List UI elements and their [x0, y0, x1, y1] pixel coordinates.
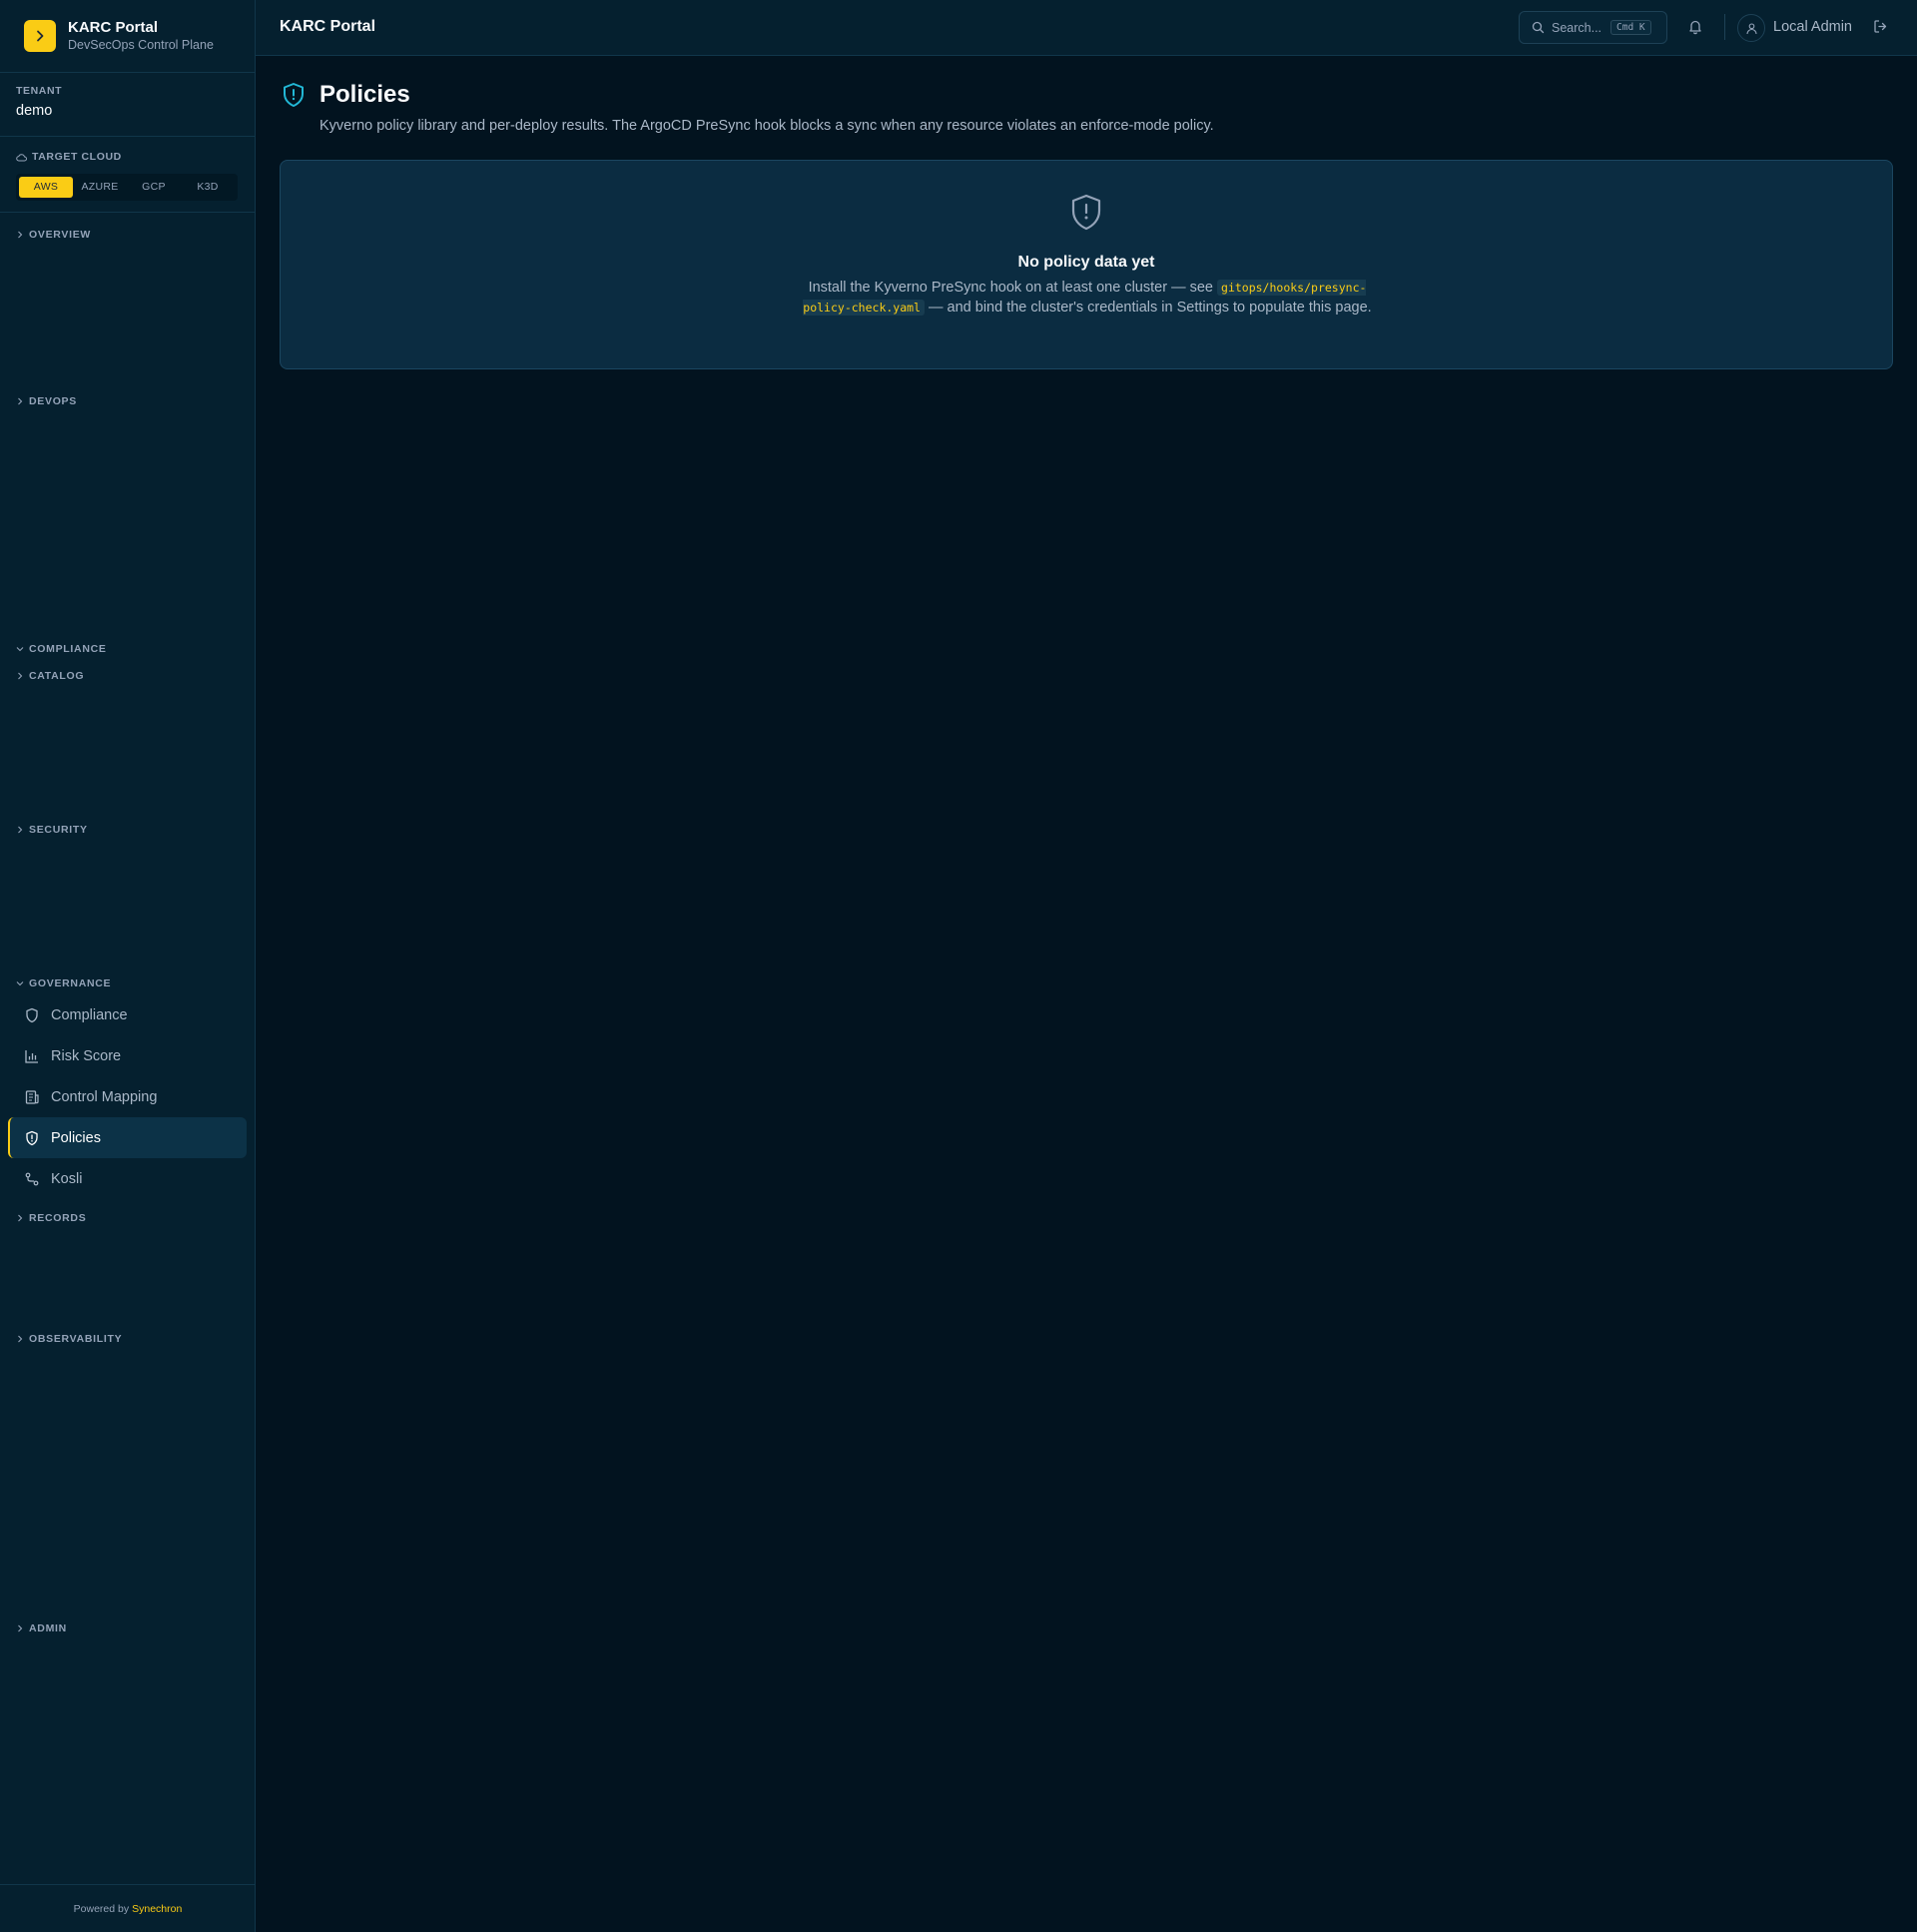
top-bar: KARC Portal Search... Cmd K Local Admin — [256, 0, 1917, 56]
chevron-right-icon — [18, 397, 23, 405]
chevron-down-icon — [16, 981, 24, 986]
shield-icon — [26, 1007, 38, 1022]
sidebar-item-control-mapping[interactable]: Control Mapping — [8, 1076, 247, 1117]
avatar[interactable] — [1737, 14, 1765, 42]
user-name[interactable]: Local Admin — [1773, 19, 1852, 35]
empty-state-title: No policy data yet — [1017, 254, 1155, 271]
scroll-icon — [25, 1089, 39, 1104]
sidebar-item-label: Compliance — [51, 1006, 128, 1023]
nav-section-label: ADMIN — [29, 1622, 67, 1634]
shield-alert-icon — [284, 83, 304, 107]
empty-text-before: Install the Kyverno PreSync hook on at l… — [808, 280, 1213, 296]
sidebar-item-compliance[interactable]: Compliance — [8, 994, 247, 1035]
bar-chart-icon — [25, 1049, 38, 1063]
cloud-option-gcp[interactable]: GCP — [127, 177, 181, 198]
nav-section-admin[interactable]: ADMIN — [16, 1622, 67, 1634]
chevron-right-icon — [18, 1624, 23, 1632]
sidebar-item-kosli[interactable]: Kosli — [8, 1158, 247, 1199]
bell-icon — [1689, 20, 1701, 35]
nav-section-overview[interactable]: OVERVIEW — [16, 229, 91, 241]
nav-section-devops[interactable]: DEVOPS — [16, 395, 77, 407]
header-divider — [1724, 14, 1725, 40]
sidebar-item-label: Policies — [51, 1129, 101, 1146]
sidebar-item-label: Kosli — [51, 1170, 83, 1187]
user-icon — [1745, 22, 1757, 34]
page-description: Kyverno policy library and per-deploy re… — [320, 118, 1214, 134]
target-cloud-label: TARGET CLOUD — [32, 151, 122, 163]
chevron-down-icon — [16, 647, 24, 652]
nav-section-compliance[interactable]: COMPLIANCE — [16, 643, 107, 655]
sidebar-item-policies[interactable]: Policies — [8, 1117, 247, 1158]
search-button[interactable]: Search... Cmd K — [1519, 11, 1667, 44]
nav-section-security[interactable]: SECURITY — [16, 824, 88, 836]
nav-section-records[interactable]: RECORDS — [16, 1212, 86, 1224]
chevron-right-icon — [18, 1214, 23, 1222]
logout-button[interactable] — [1873, 19, 1888, 39]
brand-subtitle: DevSecOps Control Plane — [68, 37, 214, 52]
page-title: Policies — [320, 81, 410, 108]
sidebar-item-label: Control Mapping — [51, 1088, 158, 1105]
tenant-value: demo — [16, 103, 53, 119]
log-out-icon — [1874, 20, 1887, 33]
nav-section-label: DEVOPS — [29, 395, 77, 407]
nav-section-label: CATALOG — [29, 670, 85, 682]
cloud-segmented-control: AWS AZURE GCP K3D — [16, 174, 238, 201]
chevron-right-icon — [37, 30, 44, 42]
tenant-selector[interactable]: TENANT demo — [0, 73, 255, 137]
shield-alert-icon — [1071, 194, 1101, 231]
nav-section-label: OBSERVABILITY — [29, 1333, 123, 1345]
chevron-right-icon — [18, 1335, 23, 1343]
chevron-right-icon — [18, 672, 23, 680]
brand-title: KARC Portal — [68, 18, 159, 36]
footer-link[interactable]: Synechron — [132, 1903, 182, 1915]
shield-alert-icon — [26, 1130, 38, 1145]
route-icon — [25, 1172, 39, 1185]
footer-text: Powered by — [73, 1902, 130, 1915]
cloud-option-azure[interactable]: AZURE — [73, 177, 127, 198]
notifications-button[interactable] — [1687, 18, 1703, 40]
empty-text-after: — and bind the cluster's credentials in … — [929, 300, 1372, 316]
empty-state-card: No policy data yet Install the Kyverno P… — [280, 160, 1893, 369]
nav-section-catalog[interactable]: CATALOG — [16, 670, 84, 682]
nav-section-observability[interactable]: OBSERVABILITY — [16, 1333, 122, 1345]
nav-section-governance[interactable]: GOVERNANCE — [16, 977, 111, 989]
nav-section-label: GOVERNANCE — [29, 977, 112, 989]
empty-state-text: Install the Kyverno PreSync hook on at l… — [798, 278, 1377, 318]
sidebar-footer: Powered by Synechron — [0, 1884, 256, 1932]
search-icon — [1532, 21, 1545, 34]
sidebar-item-label: Risk Score — [51, 1047, 122, 1064]
chevron-right-icon — [18, 231, 23, 239]
nav-section-label: RECORDS — [29, 1212, 87, 1224]
target-cloud: TARGET CLOUD AWS AZURE GCP K3D — [0, 137, 255, 213]
brand: KARC Portal DevSecOps Control Plane — [0, 0, 255, 73]
cloud-option-aws[interactable]: AWS — [19, 177, 73, 198]
search-placeholder: Search... — [1552, 20, 1602, 35]
search-shortcut: Cmd K — [1610, 20, 1651, 35]
sidebar-item-risk-score[interactable]: Risk Score — [8, 1035, 247, 1076]
cloud-icon — [16, 153, 27, 161]
nav-section-label: OVERVIEW — [29, 229, 92, 241]
app-title: KARC Portal — [280, 18, 376, 35]
nav-section-label: COMPLIANCE — [29, 643, 107, 655]
cloud-option-k3d[interactable]: K3D — [181, 177, 235, 198]
page-icon — [282, 82, 306, 113]
chevron-right-icon — [18, 826, 23, 834]
brand-logo[interactable] — [24, 20, 56, 52]
tenant-label: TENANT — [16, 85, 63, 97]
sidebar: KARC Portal DevSecOps Control Plane TENA… — [0, 0, 256, 1932]
nav-section-label: SECURITY — [29, 824, 88, 836]
